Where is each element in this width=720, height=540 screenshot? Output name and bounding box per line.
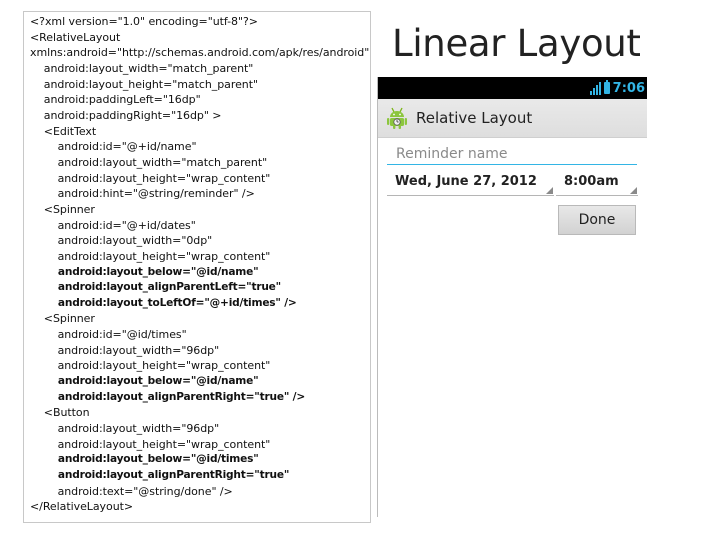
xml-code-box: <?xml version="1.0" encoding="utf-8"?> <R…: [23, 11, 371, 523]
code-line: <?xml version="1.0" encoding="utf-8"?>: [30, 15, 258, 28]
code-line: android:layout_width="96dp": [30, 422, 220, 436]
code-line: <Spinner: [30, 202, 95, 216]
code-line: android:paddingRight="16dp" >: [30, 108, 222, 122]
battery-icon: [603, 80, 610, 94]
code-line: android:layout_toLeftOf="@+id/times" />: [30, 296, 297, 309]
code-line: android:id="@+id/dates": [30, 218, 196, 232]
code-line: <EditText: [30, 124, 97, 138]
code-line: android:layout_width="0dp": [30, 234, 213, 248]
code-line: android:layout_height="wrap_content": [30, 249, 271, 263]
android-robot-icon: [387, 107, 407, 129]
code-line: android:layout_width="match_parent": [30, 61, 254, 75]
code-line: <Button: [30, 406, 90, 420]
time-spinner[interactable]: 8:00am: [556, 174, 638, 196]
code-line: android:paddingLeft="16dp": [30, 93, 201, 107]
code-line: android:layout_width="96dp": [30, 343, 220, 357]
code-line: android:layout_height="wrap_content": [30, 437, 271, 451]
code-line: android:id="@id/times": [30, 328, 187, 342]
code-line: android:layout_height="wrap_content": [30, 359, 271, 373]
code-line: android:layout_width="match_parent": [30, 155, 268, 169]
code-line: xmlns:android="http://schemas.android.co…: [30, 46, 370, 60]
code-line: android:id="@+id/name": [30, 140, 197, 154]
code-line: android:layout_alignParentLeft="true": [30, 281, 281, 294]
time-spinner-value: 8:00am: [564, 174, 619, 189]
action-bar: Relative Layout: [378, 99, 647, 138]
code-line: android:layout_below="@id/times": [30, 453, 259, 466]
status-time: 7:06: [612, 80, 645, 96]
code-line: android:layout_below="@id/name": [30, 375, 259, 388]
code-line: android:text="@string/done" />: [30, 484, 233, 498]
action-bar-title: Relative Layout: [416, 109, 533, 127]
code-line: android:layout_alignParentRight="true" /…: [30, 390, 305, 403]
code-line: <RelativeLayout: [30, 30, 121, 44]
code-line: android:hint="@string/reminder" />: [30, 187, 255, 201]
date-spinner-value: Wed, June 27, 2012: [395, 174, 537, 189]
status-bar: 7:06: [378, 77, 647, 99]
code-line: android:layout_height="wrap_content": [30, 171, 271, 185]
slide-title: Linear Layout: [392, 22, 641, 65]
code-line: android:layout_height="match_parent": [30, 77, 259, 91]
android-phone-screenshot: 7:06 Relative Layout Wed, June 27, 2012 …: [377, 77, 647, 517]
code-line: android:layout_alignParentRight="true": [30, 469, 290, 482]
code-line: <Spinner: [30, 312, 95, 326]
date-spinner[interactable]: Wed, June 27, 2012: [387, 174, 554, 196]
signal-icon: [589, 81, 601, 95]
reminder-name-input[interactable]: [387, 143, 637, 165]
code-line: android:layout_below="@id/name": [30, 265, 259, 278]
spinner-caret-icon: [546, 187, 553, 194]
spinner-caret-icon: [630, 187, 637, 194]
code-line: </RelativeLayout>: [30, 500, 134, 514]
done-button[interactable]: Done: [558, 205, 636, 235]
status-icons: [589, 80, 610, 95]
